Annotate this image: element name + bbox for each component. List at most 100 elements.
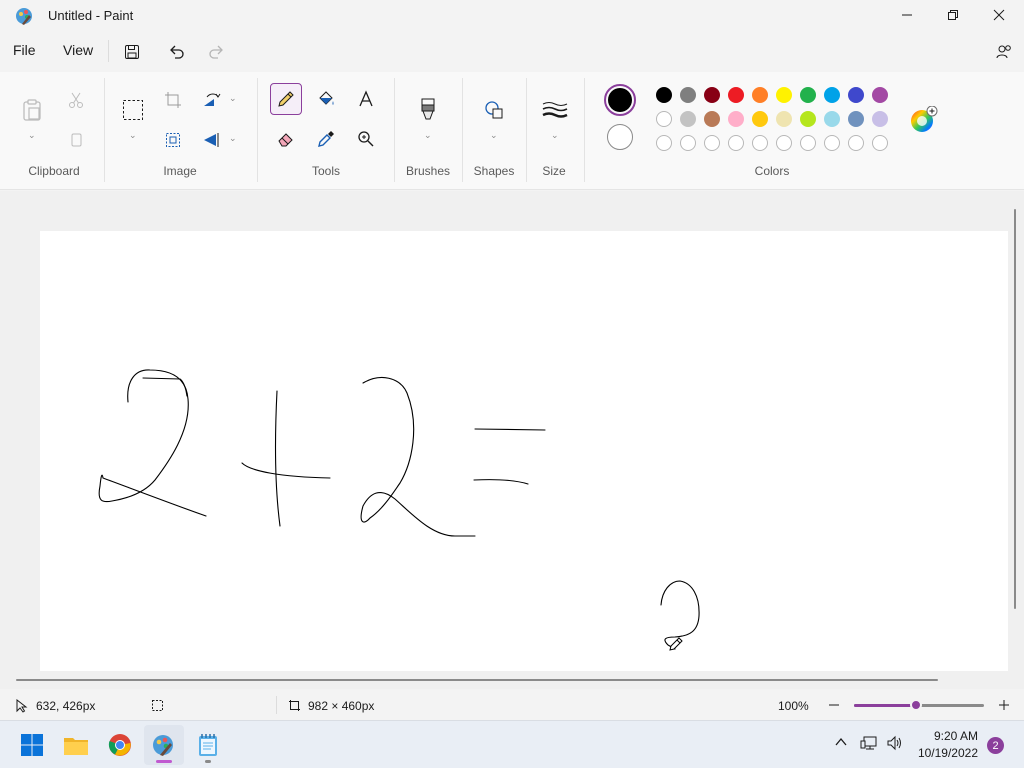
- custom-color-slot[interactable]: [704, 135, 720, 151]
- network-status[interactable]: [860, 735, 880, 753]
- palette-swatch[interactable]: [728, 111, 744, 127]
- clock-date[interactable]: 10/19/2022: [906, 746, 978, 760]
- ribbon-separator: [462, 78, 463, 182]
- color-wheel-icon: [911, 105, 938, 132]
- copy-button[interactable]: [60, 124, 92, 156]
- fill-tool[interactable]: [310, 83, 342, 115]
- palette-swatch[interactable]: [800, 87, 816, 103]
- menu-file[interactable]: File: [13, 42, 36, 58]
- zoom-slider[interactable]: [854, 699, 984, 711]
- custom-color-slot[interactable]: [656, 135, 672, 151]
- rectangle-select-icon: [123, 100, 143, 120]
- rotate-dropdown-chevron-icon[interactable]: ⌄: [229, 93, 237, 104]
- vertical-scrollbar[interactable]: [1014, 209, 1016, 609]
- palette-swatch[interactable]: [872, 87, 888, 103]
- magnifier-tool[interactable]: [350, 123, 382, 155]
- eyedropper-icon: [318, 131, 334, 147]
- custom-color-slot[interactable]: [752, 135, 768, 151]
- palette-swatch[interactable]: [704, 87, 720, 103]
- custom-color-slot[interactable]: [680, 135, 696, 151]
- pencil-cursor-icon: [669, 637, 683, 651]
- clock-time[interactable]: 9:20 AM: [912, 729, 978, 743]
- cut-button[interactable]: [60, 84, 92, 116]
- brushes-button[interactable]: [412, 94, 444, 126]
- primary-color-selector[interactable]: [604, 84, 636, 116]
- custom-color-slot[interactable]: [776, 135, 792, 151]
- rotate-button[interactable]: [196, 84, 228, 116]
- brushes-dropdown-chevron-icon[interactable]: ⌄: [424, 130, 432, 141]
- palette-swatch[interactable]: [824, 111, 840, 127]
- save-button[interactable]: [120, 40, 144, 64]
- secondary-color-swatch[interactable]: [607, 124, 633, 150]
- palette-swatch[interactable]: [776, 87, 792, 103]
- paste-button[interactable]: [16, 94, 48, 126]
- size-dropdown-chevron-icon[interactable]: ⌄: [551, 130, 559, 141]
- palette-swatch[interactable]: [800, 111, 816, 127]
- window-title: Untitled - Paint: [48, 8, 134, 23]
- restore-button[interactable]: [930, 0, 976, 30]
- flip-dropdown-chevron-icon[interactable]: ⌄: [229, 133, 237, 144]
- palette-swatch[interactable]: [680, 87, 696, 103]
- active-app-indicator: [156, 760, 172, 763]
- stroke-equals-bottom: [473, 479, 529, 485]
- notification-badge[interactable]: 2: [987, 737, 1004, 754]
- redo-button[interactable]: [204, 40, 228, 64]
- taskbar-file-explorer[interactable]: [56, 725, 96, 765]
- palette-swatch[interactable]: [776, 111, 792, 127]
- zoom-in-button[interactable]: [996, 696, 1012, 714]
- palette-swatch[interactable]: [752, 87, 768, 103]
- paste-dropdown-chevron-icon[interactable]: ⌄: [28, 130, 36, 141]
- taskbar-notepad[interactable]: [188, 725, 228, 765]
- close-button[interactable]: [976, 0, 1022, 30]
- custom-color-slot[interactable]: [872, 135, 888, 151]
- select-dropdown-chevron-icon[interactable]: ⌄: [129, 130, 137, 141]
- ribbon: ⌄ Clipboard ⌄ ⌄ ⌄ Image Tools ⌄ Brushes …: [0, 72, 1024, 190]
- custom-color-slot[interactable]: [848, 135, 864, 151]
- palette-swatch[interactable]: [824, 87, 840, 103]
- select-button[interactable]: [117, 94, 149, 126]
- palette-swatch[interactable]: [656, 87, 672, 103]
- size-button[interactable]: [539, 94, 571, 126]
- volume-status[interactable]: [886, 735, 906, 753]
- palette-swatch[interactable]: [872, 111, 888, 127]
- custom-color-slot[interactable]: [728, 135, 744, 151]
- minimize-button[interactable]: [884, 0, 930, 30]
- palette-swatch[interactable]: [848, 111, 864, 127]
- pencil-tool[interactable]: [270, 83, 302, 115]
- undo-button[interactable]: [165, 40, 189, 64]
- crop-button[interactable]: [157, 84, 189, 116]
- custom-color-slot[interactable]: [824, 135, 840, 151]
- zoom-out-button[interactable]: [826, 696, 842, 714]
- handwritten-drawing: [98, 369, 700, 651]
- custom-color-slot[interactable]: [800, 135, 816, 151]
- taskbar-paint[interactable]: [144, 725, 184, 765]
- flip-button[interactable]: [196, 124, 228, 156]
- taskbar-chrome[interactable]: [100, 725, 140, 765]
- eraser-tool[interactable]: [270, 123, 302, 155]
- start-button[interactable]: [12, 725, 52, 765]
- palette-swatch[interactable]: [752, 111, 768, 127]
- text-tool[interactable]: [350, 83, 382, 115]
- brush-icon: [421, 98, 435, 120]
- drawing-canvas[interactable]: [40, 231, 1008, 671]
- zoom-slider-fill: [854, 704, 917, 707]
- palette-swatch[interactable]: [848, 87, 864, 103]
- zoom-slider-thumb[interactable]: [910, 699, 923, 711]
- palette-swatch[interactable]: [704, 111, 720, 127]
- resize-button[interactable]: [157, 124, 189, 156]
- palette-swatch[interactable]: [728, 87, 744, 103]
- primary-color-swatch: [608, 88, 632, 112]
- color-picker-tool[interactable]: [310, 123, 342, 155]
- menu-view[interactable]: View: [63, 42, 93, 58]
- paint-app-icon: [14, 6, 34, 26]
- shapes-dropdown-chevron-icon[interactable]: ⌄: [490, 130, 498, 141]
- palette-swatch[interactable]: [680, 111, 696, 127]
- horizontal-scrollbar[interactable]: [16, 679, 938, 681]
- zoom-level[interactable]: 100%: [778, 699, 809, 713]
- shapes-button[interactable]: [478, 94, 510, 126]
- share-button[interactable]: [992, 40, 1016, 64]
- rotate-icon: [204, 93, 221, 106]
- edit-colors-button[interactable]: [910, 105, 938, 132]
- show-hidden-icons-button[interactable]: [834, 735, 850, 753]
- palette-swatch[interactable]: [656, 111, 672, 127]
